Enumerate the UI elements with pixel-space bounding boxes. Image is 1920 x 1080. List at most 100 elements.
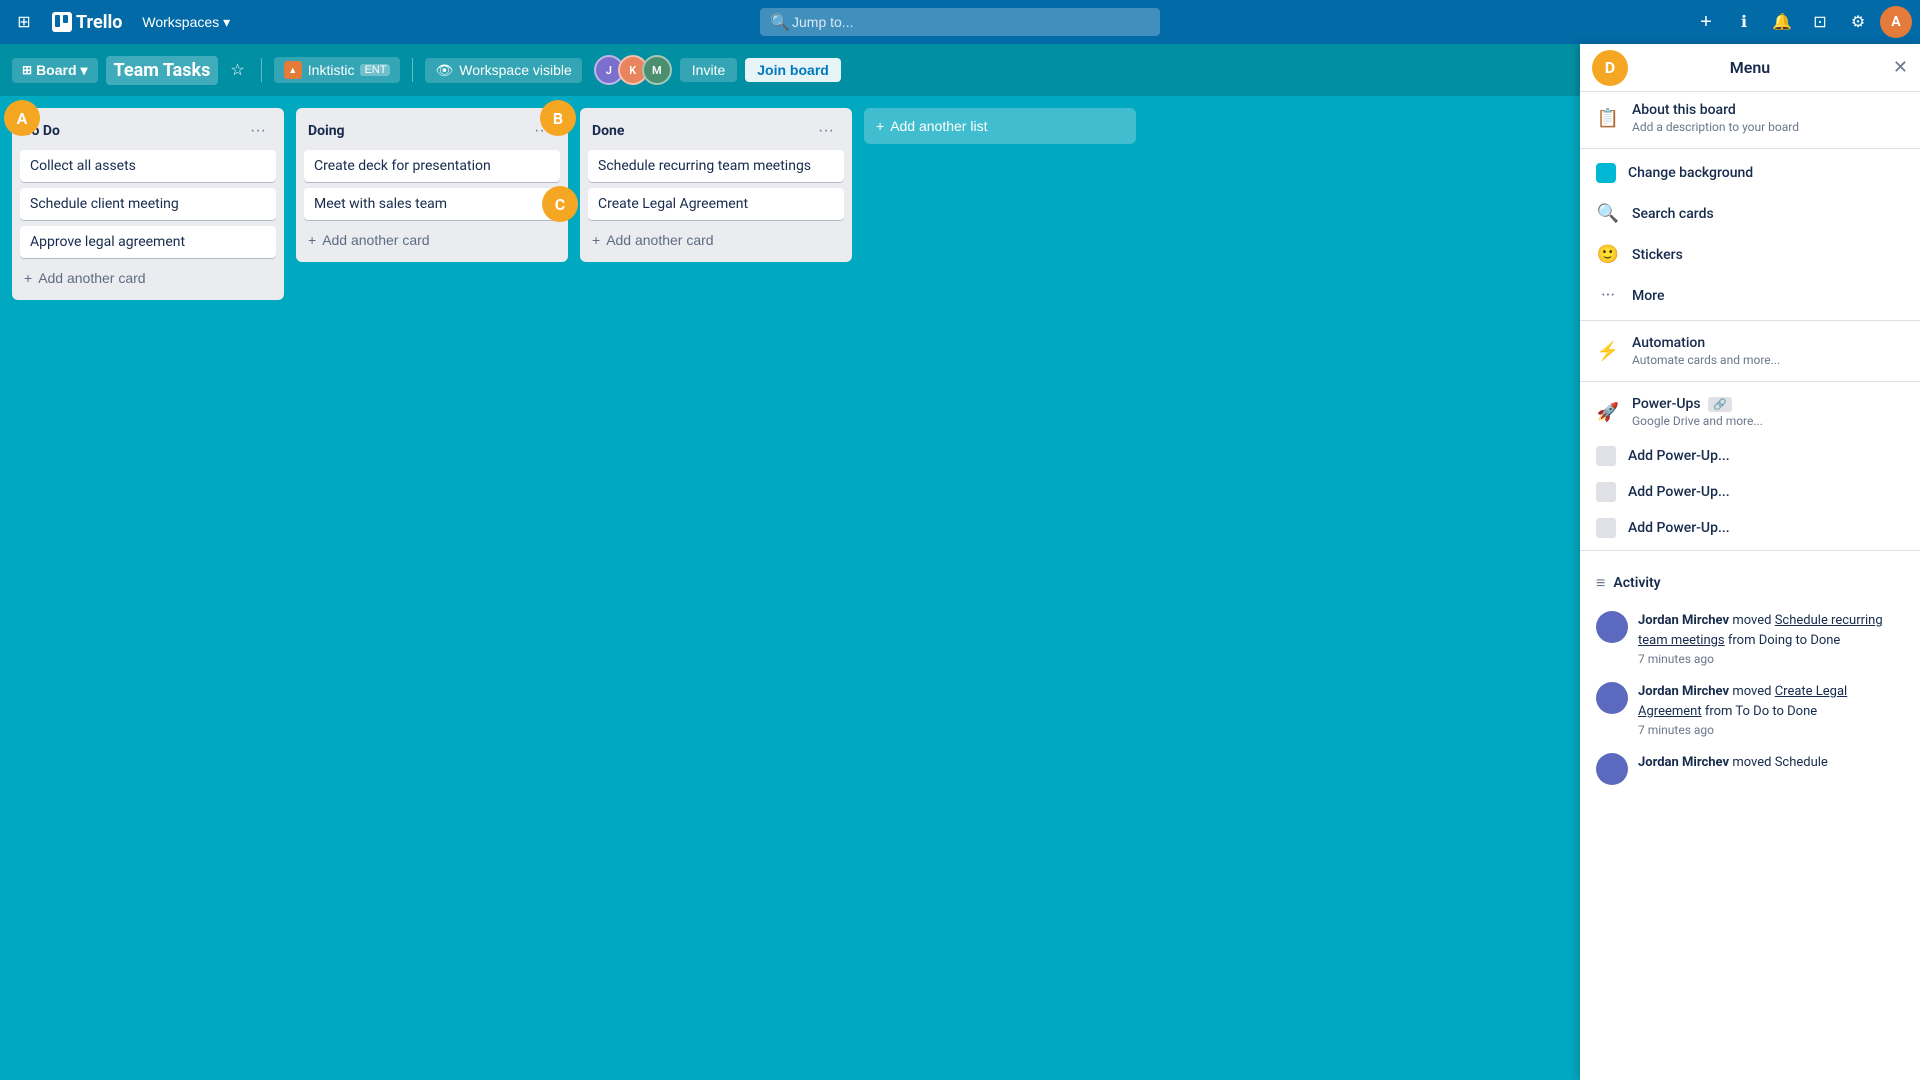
add-card-label: Add another card <box>322 232 429 248</box>
search-cards-label: Search cards <box>1632 206 1904 222</box>
color-swatch-icon <box>1596 163 1616 183</box>
more-label: More <box>1632 288 1904 304</box>
badge-c: C <box>542 186 578 222</box>
search-input[interactable] <box>760 8 1160 36</box>
rocket-icon: 🚀 <box>1596 402 1620 423</box>
member-avatar-3[interactable]: M <box>642 55 672 85</box>
card-create-deck[interactable]: Create deck for presentation <box>304 150 560 182</box>
settings-icon-button[interactable]: ⚙ <box>1842 6 1874 38</box>
add-powerup-label-3: Add Power-Up... <box>1628 520 1730 536</box>
board-title[interactable]: Team Tasks <box>106 56 219 85</box>
join-board-button[interactable]: Join board <box>745 58 841 82</box>
search-icon: 🔍 <box>770 13 790 32</box>
card-schedule-recurring[interactable]: Schedule recurring team meetings <box>588 150 844 182</box>
board-icon: ⊞ <box>22 63 32 77</box>
eye-icon: 👁 <box>435 62 453 79</box>
doing-list: Doing ··· Create deck for presentation M… <box>296 108 568 262</box>
workspace-badge: ENT <box>360 64 390 76</box>
more-item[interactable]: ··· More <box>1580 275 1920 316</box>
activity-avatar-2 <box>1596 682 1628 714</box>
powerups-chip: 🔗 <box>1708 397 1732 412</box>
about-board-item[interactable]: 📋 About this board Add a description to … <box>1580 92 1920 144</box>
card-text: Meet with sales team <box>314 196 447 212</box>
plus-icon: + <box>876 118 884 134</box>
card-text: Create deck for presentation <box>314 158 491 174</box>
card-text: Collect all assets <box>30 158 136 174</box>
add-powerup-1[interactable]: Add Power-Up... <box>1580 438 1920 474</box>
stickers-label: Stickers <box>1632 247 1904 263</box>
add-powerup-label-2: Add Power-Up... <box>1628 484 1730 500</box>
powerup-empty-icon-2 <box>1596 482 1616 502</box>
trello-logo[interactable]: Trello <box>44 12 130 33</box>
done-list-menu-button[interactable]: ··· <box>812 120 840 142</box>
menu-title: Menu <box>1730 58 1770 77</box>
menu-divider-3 <box>1580 381 1920 382</box>
nav-search-container: 🔍 <box>760 8 1160 36</box>
info-icon-button[interactable]: ℹ <box>1728 6 1760 38</box>
doing-add-card-button[interactable]: + Add another card <box>304 226 560 254</box>
powerups-title: Power-Ups 🔗 <box>1632 396 1904 412</box>
board-label: Board <box>36 62 76 78</box>
stickers-item[interactable]: 🙂 Stickers <box>1580 234 1920 275</box>
add-list-label: Add another list <box>890 118 987 134</box>
activity-header: ≡ Activity <box>1580 563 1920 603</box>
add-list-button[interactable]: + Add another list <box>864 108 1136 144</box>
more-icon: ··· <box>1596 285 1620 306</box>
card-schedule-client-meeting[interactable]: Schedule client meeting <box>20 188 276 220</box>
done-add-card-button[interactable]: + Add another card <box>588 226 844 254</box>
sticker-icon: 🙂 <box>1596 244 1620 265</box>
todo-list-menu-button[interactable]: ··· <box>244 120 272 142</box>
menu-user-avatar: D <box>1592 50 1628 86</box>
notifications-icon-button[interactable]: 🔔 <box>1766 6 1798 38</box>
activity-time-2: 7 minutes ago <box>1638 723 1904 737</box>
doing-list-header: Doing ··· <box>304 116 560 150</box>
visibility-button[interactable]: 👁 Workspace visible <box>425 58 581 83</box>
plus-icon: + <box>308 232 316 248</box>
menu-divider-2 <box>1580 320 1920 321</box>
activity-title: Activity <box>1613 575 1660 591</box>
add-powerup-2[interactable]: Add Power-Up... <box>1580 474 1920 510</box>
activity-time-1: 7 minutes ago <box>1638 652 1904 666</box>
card-collect-all-assets[interactable]: Collect all assets <box>20 150 276 182</box>
workspaces-button[interactable]: Workspaces ▾ <box>134 10 238 35</box>
workspace-chip[interactable]: ▲ Inktistic ENT <box>274 57 401 83</box>
visibility-label: Workspace visible <box>459 62 572 78</box>
card-create-legal-agreement[interactable]: Create Legal Agreement <box>588 188 844 220</box>
plus-icon: + <box>24 270 32 286</box>
invite-button[interactable]: Invite <box>680 58 737 82</box>
doing-list-menu-button[interactable]: ··· <box>528 120 556 142</box>
search-cards-item[interactable]: 🔍 Search cards <box>1580 193 1920 234</box>
add-powerup-3[interactable]: Add Power-Up... <box>1580 510 1920 546</box>
powerups-sub: Google Drive and more... <box>1632 414 1904 428</box>
automation-item[interactable]: ⚡ Automation Automate cards and more... <box>1580 325 1920 377</box>
sidebar-menu: D Menu ✕ 📋 About this board Add a descri… <box>1580 44 1920 1080</box>
change-background-item[interactable]: Change background <box>1580 153 1920 193</box>
template-icon-button[interactable]: ⊡ <box>1804 6 1836 38</box>
nav-right-actions: + ℹ 🔔 ⊡ ⚙ A <box>1690 6 1912 38</box>
card-meet-sales[interactable]: Meet with sales team C <box>304 188 560 220</box>
activity-avatar-1 <box>1596 611 1628 643</box>
board-view-button[interactable]: ⊞ Board ▾ <box>12 58 98 83</box>
top-nav: ⊞ Trello Workspaces ▾ 🔍 + ℹ 🔔 ⊡ ⚙ A <box>0 0 1920 44</box>
menu-close-button[interactable]: ✕ <box>1893 57 1908 78</box>
done-list-title: Done <box>592 123 624 139</box>
powerups-item[interactable]: 🚀 Power-Ups 🔗 Google Drive and more... <box>1580 386 1920 438</box>
add-icon-button[interactable]: + <box>1690 6 1722 38</box>
card-text: Schedule client meeting <box>30 196 179 212</box>
divider <box>261 58 262 82</box>
user-avatar[interactable]: A <box>1880 6 1912 38</box>
chevron-down-icon: ▾ <box>81 62 88 79</box>
todo-list-title: To Do <box>24 123 60 139</box>
workspace-logo-icon: ▲ <box>284 61 302 79</box>
grid-icon-button[interactable]: ⊞ <box>8 6 40 38</box>
automation-title: Automation <box>1632 335 1904 351</box>
star-button[interactable]: ☆ <box>226 56 248 84</box>
card-approve-legal-agreement[interactable]: Approve legal agreement <box>20 226 276 258</box>
automation-sub: Automate cards and more... <box>1632 353 1904 367</box>
menu-header: D Menu ✕ <box>1580 44 1920 92</box>
doing-list-wrapper: B Doing ··· Create deck for presentation… <box>296 108 568 262</box>
chevron-down-icon: ▾ <box>223 14 230 31</box>
activity-entry-1: Jordan Mirchev moved Schedule recurring … <box>1580 603 1920 674</box>
change-bg-label: Change background <box>1628 165 1904 181</box>
todo-add-card-button[interactable]: + Add another card <box>20 264 276 292</box>
